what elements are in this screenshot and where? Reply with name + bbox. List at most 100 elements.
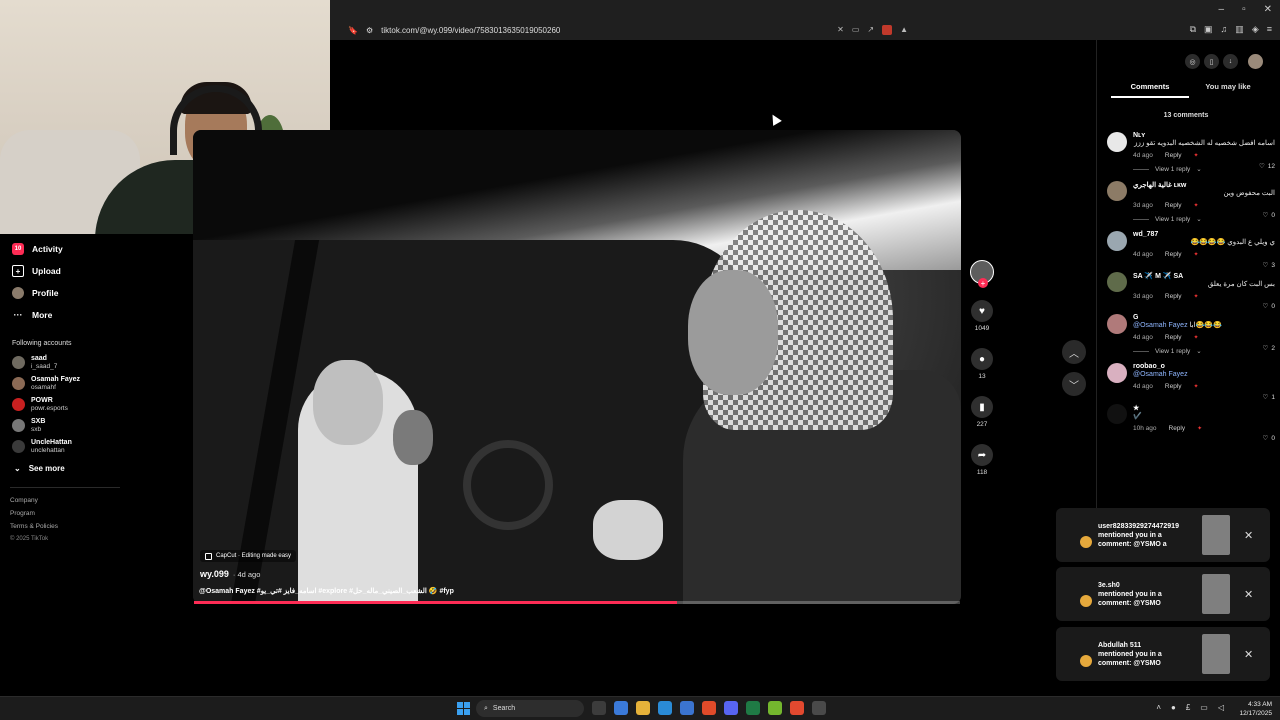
commenter-name[interactable]: ★ — [1133, 404, 1275, 412]
reply-button[interactable]: Reply — [1165, 334, 1182, 341]
user-avatar[interactable] — [1248, 54, 1263, 69]
footer-company[interactable]: Company — [0, 497, 190, 510]
maximize-button[interactable]: ▫ — [1242, 4, 1246, 15]
notification-toast[interactable]: 3e.sh0 mentioned you in a comment: @YSMO… — [1056, 567, 1270, 621]
network-icon[interactable]: ▭ — [1200, 703, 1208, 712]
comment-like-button[interactable]: ♡ 0 — [1263, 434, 1275, 443]
like-button[interactable]: ♥ — [971, 300, 993, 322]
compass-icon[interactable]: ◎ — [1185, 54, 1200, 69]
follow-plus-icon[interactable]: + — [978, 278, 988, 288]
vpn-icon[interactable]: ◈ — [1252, 24, 1259, 35]
author-name[interactable]: wy.099 — [200, 569, 229, 579]
notification-thumbnail[interactable] — [1202, 634, 1230, 674]
copilot-icon[interactable] — [614, 701, 628, 715]
comment-mention[interactable]: @Osamah Fayez — [1133, 322, 1188, 329]
extensions-icon[interactable]: ⧉ — [1190, 24, 1196, 35]
commenter-avatar[interactable] — [1107, 132, 1127, 152]
capcut-badge[interactable]: CapCut · Editing made easy — [200, 550, 297, 562]
video-player[interactable] — [193, 130, 961, 604]
commenter-name[interactable]: wd_787 — [1133, 231, 1275, 238]
following-account[interactable]: POWR powr.esports — [0, 395, 190, 414]
nav-activity[interactable]: 10 Activity — [0, 238, 190, 260]
see-more-button[interactable]: ⌄ See more — [0, 458, 190, 478]
close-icon[interactable]: ✕ — [1244, 529, 1253, 542]
comment-like-button[interactable]: ♡ 0 — [1263, 211, 1275, 220]
reply-button[interactable]: Reply — [1165, 202, 1182, 209]
commenter-avatar[interactable] — [1107, 404, 1127, 424]
commenter-avatar[interactable] — [1107, 181, 1127, 201]
view-replies-button[interactable]: View 1 reply ⌄ — [1133, 215, 1275, 223]
obs-icon[interactable] — [812, 701, 826, 715]
mic-icon[interactable]: ● — [1171, 703, 1176, 712]
tab-you-may-like[interactable]: You may like — [1189, 82, 1267, 98]
cast-icon[interactable]: ▭ — [852, 25, 860, 35]
close-icon[interactable]: ✕ — [1244, 648, 1253, 661]
commenter-name[interactable]: G — [1133, 314, 1275, 321]
creator-avatar[interactable]: + — [970, 260, 994, 288]
nav-profile[interactable]: Profile — [0, 282, 190, 304]
start-button[interactable] — [457, 702, 470, 715]
close-window-button[interactable]: ✕ — [1264, 4, 1272, 15]
nav-upload[interactable]: + Upload — [0, 260, 190, 282]
following-account[interactable]: UncleHattan unclehattan — [0, 437, 190, 456]
comment-like-button[interactable]: ♡ 3 — [1263, 261, 1275, 270]
footer-program[interactable]: Program — [0, 510, 190, 523]
rewards-icon[interactable]: ▲ — [900, 25, 908, 35]
reply-button[interactable]: Reply — [1165, 251, 1182, 258]
file-explorer-icon[interactable] — [636, 701, 650, 715]
next-video-button[interactable]: ﹀ — [1062, 372, 1086, 396]
tab-comments[interactable]: Comments — [1111, 82, 1189, 98]
menu-icon[interactable]: ≡ — [1267, 24, 1272, 35]
commenter-name[interactable]: SA ✈️ M ✈️ SA — [1133, 272, 1275, 280]
video-caption[interactable]: @Osamah Fayez #اسامه_فايز #تي_يو #explor… — [199, 587, 454, 595]
chevron-up-icon[interactable]: ˄ — [1156, 703, 1161, 712]
notification-toast[interactable]: user8283392927447291​9 mentioned you in … — [1056, 508, 1270, 562]
commenter-avatar[interactable] — [1107, 314, 1127, 334]
store-icon[interactable] — [680, 701, 694, 715]
reply-button[interactable]: Reply — [1169, 425, 1186, 432]
clock[interactable]: 4:33 AM 12/17/2025 — [1239, 700, 1272, 718]
nav-more[interactable]: ··· More — [0, 304, 190, 326]
save-button[interactable]: ▮ — [971, 396, 993, 418]
following-account[interactable]: Osamah Fayez osamahf — [0, 374, 190, 393]
commenter-name[interactable]: غالية الهاجري ʟᴋw — [1133, 181, 1275, 189]
excel-icon[interactable] — [746, 701, 760, 715]
following-account[interactable]: saad i_saad_7 — [0, 353, 190, 372]
comment-like-button[interactable]: ♡ 0 — [1263, 302, 1275, 311]
comment-like-button[interactable]: ♡ 12 — [1259, 162, 1275, 171]
wallet-icon[interactable]: ▣ — [1204, 24, 1213, 35]
bookmark-icon[interactable]: 🔖 — [348, 26, 358, 35]
brave-icon[interactable] — [702, 701, 716, 715]
view-replies-button[interactable]: View 1 reply ⌄ — [1133, 165, 1275, 173]
comment-mention[interactable]: @Osamah Fayez — [1133, 371, 1188, 378]
task-view-icon[interactable] — [592, 701, 606, 715]
notification-thumbnail[interactable] — [1202, 515, 1230, 555]
following-account[interactable]: SXB sxb — [0, 416, 190, 435]
video-progress-bar[interactable] — [194, 601, 960, 604]
commenter-avatar[interactable] — [1107, 363, 1127, 383]
reply-button[interactable]: Reply — [1165, 152, 1182, 159]
music-icon[interactable]: ♫ — [1221, 24, 1228, 35]
sidebar-toggle-icon[interactable]: ▥ — [1235, 24, 1244, 35]
footer-terms[interactable]: Terms & Policies — [0, 523, 190, 536]
share-icon[interactable]: ↗ — [867, 25, 874, 35]
reply-button[interactable]: Reply — [1165, 383, 1182, 390]
notification-toast[interactable]: Abdullah 511 mentioned you in a comment:… — [1056, 627, 1270, 681]
discord-icon[interactable] — [724, 701, 738, 715]
nvidia-icon[interactable] — [768, 701, 782, 715]
commenter-avatar[interactable] — [1107, 231, 1127, 251]
comment-like-button[interactable]: ♡ 2 — [1263, 344, 1275, 353]
chrome-icon[interactable] — [790, 701, 804, 715]
video-author[interactable]: wy.099 · 4d ago — [200, 569, 260, 579]
comment-button[interactable]: ● — [971, 348, 993, 370]
commenter-name[interactable]: roobao_o — [1133, 363, 1275, 370]
edge-icon[interactable] — [658, 701, 672, 715]
language-icon[interactable]: £ — [1186, 703, 1190, 712]
taskbar-search[interactable]: ⌕ Search — [476, 700, 584, 717]
speaker-icon[interactable]: ◁ — [1218, 703, 1224, 712]
reply-button[interactable]: Reply — [1165, 293, 1182, 300]
url-text[interactable]: tiktok.com/@wy.099/video/758301363501905… — [381, 26, 829, 35]
notification-thumbnail[interactable] — [1202, 574, 1230, 614]
minimize-button[interactable]: – — [1219, 4, 1225, 15]
address-bar[interactable]: 🔖 ⚙ tiktok.com/@wy.099/video/75830136350… — [348, 22, 908, 38]
